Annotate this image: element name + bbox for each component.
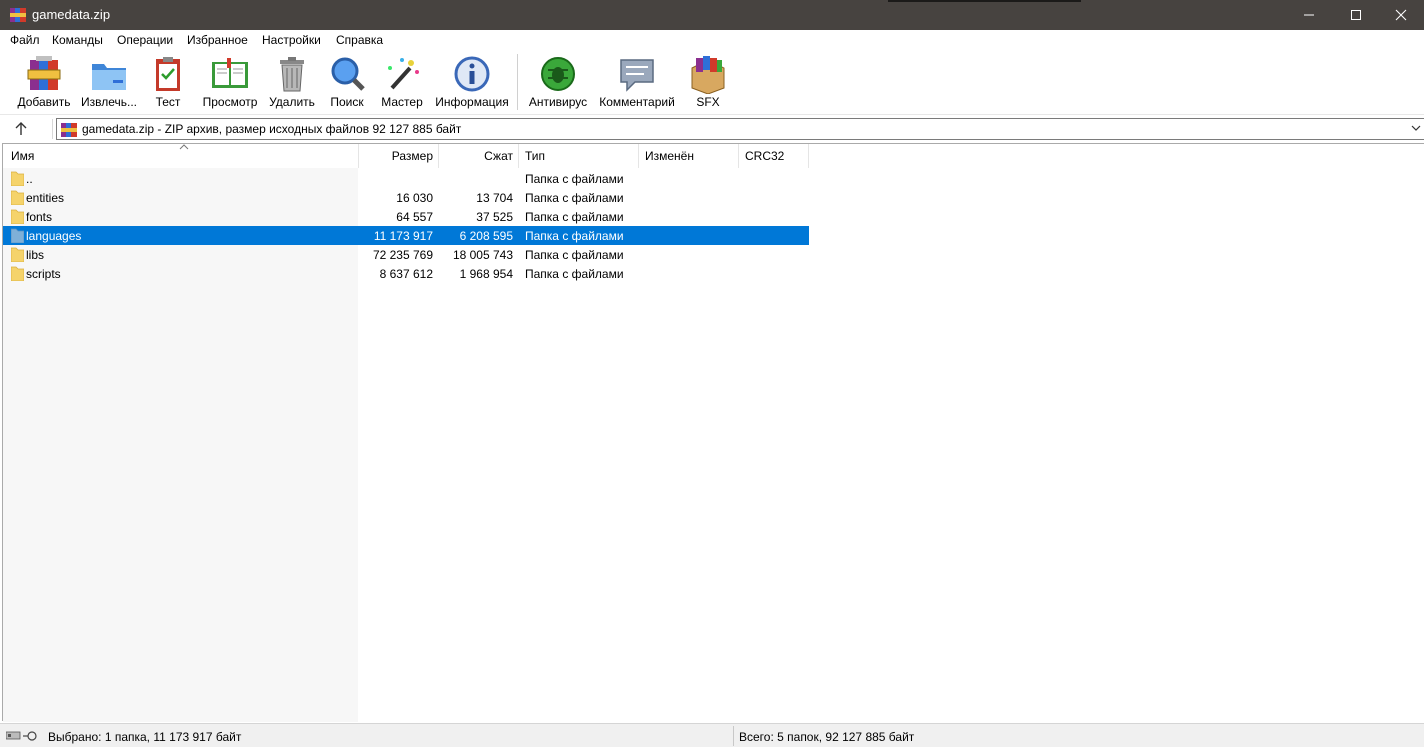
add-archive-icon [27, 56, 61, 90]
toolbar: Добавить Извлечь... Тест Просмотр Удалит… [0, 50, 1424, 114]
zip-archive-icon [61, 123, 77, 137]
folder-icon [11, 266, 24, 281]
delete-button[interactable]: Удалить [268, 54, 316, 109]
folder-icon [11, 209, 24, 224]
extract-button[interactable]: Извлечь... [78, 54, 140, 109]
test-button[interactable]: Тест [148, 54, 188, 109]
maximize-icon [1351, 10, 1361, 20]
menu-settings[interactable]: Настройки [262, 33, 321, 47]
comment-icon [620, 59, 654, 92]
table-row[interactable]: libs 72 235 769 18 005 743 Папка с файла… [3, 245, 809, 264]
add-button[interactable]: Добавить [16, 54, 72, 109]
minimize-icon [1304, 14, 1314, 16]
file-list[interactable]: Имя Размер Сжат Тип Изменён CRC32 .. Пап… [2, 143, 1424, 722]
window-title: gamedata.zip [32, 7, 111, 22]
address-bar[interactable]: gamedata.zip - ZIP архив, размер исходны… [56, 118, 1424, 140]
column-header-name[interactable]: Имя [3, 144, 359, 168]
sort-ascending-icon [179, 144, 189, 150]
up-arrow-icon[interactable] [12, 120, 30, 138]
search-magnifier-icon [331, 57, 365, 91]
column-header-size[interactable]: Размер [359, 144, 439, 168]
drive-key-icon [6, 731, 37, 741]
address-text: gamedata.zip - ZIP архив, размер исходны… [82, 122, 462, 136]
table-row[interactable]: entities 16 030 13 704 Папка с файлами [3, 188, 809, 207]
maximize-button[interactable] [1333, 0, 1379, 30]
column-header-modified[interactable]: Изменён [639, 144, 739, 168]
folder-icon [11, 247, 24, 262]
extract-folder-icon [92, 64, 126, 90]
menu-help[interactable]: Справка [336, 33, 383, 47]
menu-commands[interactable]: Команды [52, 33, 103, 47]
trash-icon [280, 57, 304, 92]
table-row-selected[interactable]: languages 11 173 917 6 208 595 Папка с ф… [3, 226, 809, 245]
column-header-crc32[interactable]: CRC32 [739, 144, 809, 168]
sfx-button[interactable]: SFX [686, 54, 730, 109]
status-bar: Выбрано: 1 папка, 11 173 917 байт Всего:… [0, 723, 1424, 747]
sfx-box-icon [691, 56, 725, 94]
antivirus-bug-icon [541, 57, 575, 91]
menu-bar: Файл Команды Операции Избранное Настройк… [0, 30, 1424, 50]
search-button[interactable]: Поиск [326, 54, 368, 109]
test-clipboard-icon [156, 57, 180, 91]
title-accent [888, 0, 1081, 2]
antivirus-button[interactable]: Антивирус [526, 54, 590, 109]
comment-button[interactable]: Комментарий [596, 54, 678, 109]
column-header-packed[interactable]: Сжат [439, 144, 519, 168]
info-icon [454, 56, 490, 92]
close-icon [1395, 9, 1407, 21]
wizard-button[interactable]: Мастер [378, 54, 426, 109]
minimize-button[interactable] [1286, 0, 1332, 30]
table-row[interactable]: fonts 64 557 37 525 Папка с файлами [3, 207, 809, 226]
status-selection: Выбрано: 1 папка, 11 173 917 байт [48, 730, 242, 744]
address-row: gamedata.zip - ZIP архив, размер исходны… [0, 114, 1424, 142]
address-separator [52, 119, 53, 139]
menu-file[interactable]: Файл [10, 33, 40, 47]
close-button[interactable] [1378, 0, 1424, 30]
table-row-parent[interactable]: .. Папка с файлами [3, 169, 809, 188]
folder-icon [11, 228, 24, 243]
view-button[interactable]: Просмотр [200, 54, 260, 109]
title-bar: gamedata.zip [0, 0, 1424, 30]
status-divider [733, 726, 734, 746]
winrar-app-icon [10, 8, 26, 22]
info-button[interactable]: Информация [434, 54, 510, 109]
menu-favorites[interactable]: Избранное [187, 33, 248, 47]
folder-icon [11, 171, 24, 186]
chevron-down-icon[interactable] [1411, 124, 1421, 132]
table-row[interactable]: scripts 8 637 612 1 968 954 Папка с файл… [3, 264, 809, 283]
column-header-type[interactable]: Тип [519, 144, 639, 168]
wizard-wand-icon [388, 58, 419, 90]
view-book-icon [212, 58, 248, 88]
status-total: Всего: 5 папок, 92 127 885 байт [739, 730, 915, 744]
folder-icon [11, 190, 24, 205]
menu-operations[interactable]: Операции [117, 33, 173, 47]
toolbar-separator [517, 54, 518, 110]
